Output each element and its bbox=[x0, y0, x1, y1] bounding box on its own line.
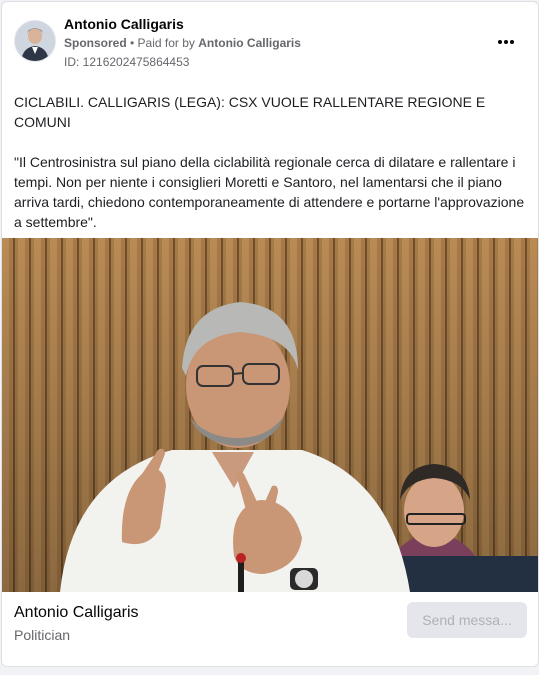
advertiser-name[interactable]: Antonio Calligaris bbox=[64, 16, 184, 32]
sponsored-post-card: Antonio Calligaris Sponsored • Paid for … bbox=[1, 1, 539, 667]
ad-id: ID: 1216202475864453 bbox=[64, 55, 190, 69]
avatar-portrait-image bbox=[15, 21, 55, 61]
post-body: "Il Centrosinistra sul piano della cicla… bbox=[14, 154, 525, 230]
post-footer: Antonio Calligaris Politician Send messa… bbox=[2, 592, 538, 666]
post-header: Antonio Calligaris Sponsored • Paid for … bbox=[2, 2, 538, 82]
post-headline: CICLABILI. CALLIGARIS (LEGA): CSX VUOLE … bbox=[14, 94, 486, 130]
advertiser-avatar[interactable] bbox=[14, 20, 56, 62]
paid-for-prefix: Paid for by bbox=[137, 36, 199, 50]
more-options-icon[interactable] bbox=[494, 32, 518, 52]
separator-dot: • bbox=[126, 36, 138, 50]
sponsored-label: Sponsored bbox=[64, 36, 127, 50]
politician-speaking-image bbox=[2, 238, 538, 592]
page-category: Politician bbox=[14, 627, 71, 643]
sponsored-line: Sponsored • Paid for by Antonio Calligar… bbox=[64, 36, 301, 50]
paid-for-name: Antonio Calligaris bbox=[198, 36, 301, 50]
post-photo[interactable] bbox=[2, 238, 538, 592]
send-message-button[interactable]: Send messa... bbox=[407, 602, 527, 638]
post-text: CICLABILI. CALLIGARIS (LEGA): CSX VUOLE … bbox=[14, 92, 529, 252]
page-name[interactable]: Antonio Calligaris bbox=[14, 604, 139, 622]
